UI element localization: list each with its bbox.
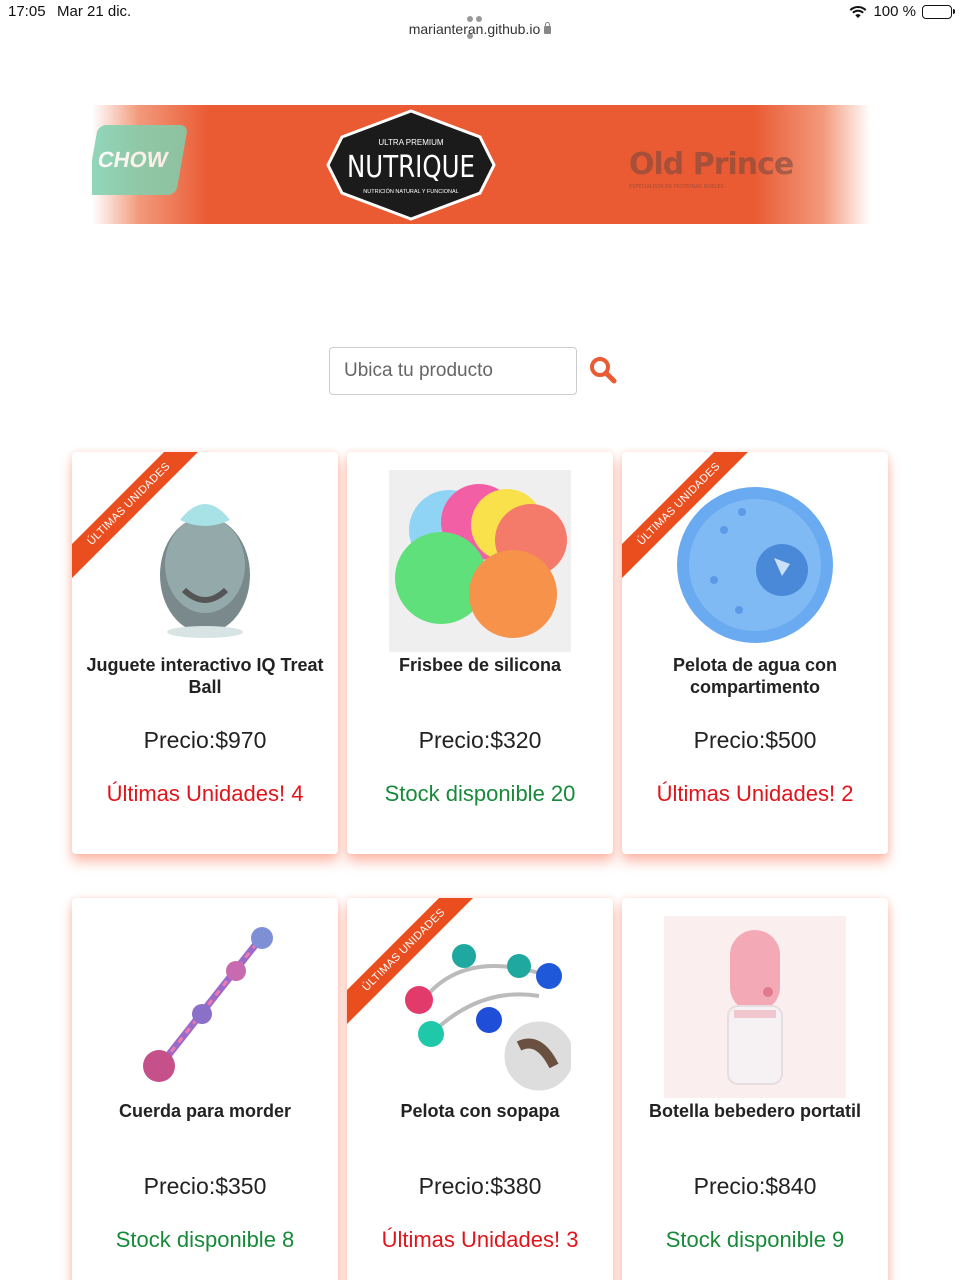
product-price: Precio:$840 bbox=[693, 1173, 817, 1199]
product-stock: Stock disponible 8 bbox=[115, 1227, 295, 1252]
product-title: Cuerda para morder bbox=[118, 1101, 292, 1121]
multitasking-dots-icon[interactable] bbox=[467, 9, 493, 39]
url-text: marianteran.github.io bbox=[408, 21, 541, 37]
search-icon bbox=[590, 357, 617, 384]
product-title: Pelota de agua con compartimento bbox=[672, 655, 838, 697]
status-right: 100 % bbox=[849, 3, 955, 20]
brand-logo-right: Old Prince ESPECIALISTA EN PROTEÍNAS NOB… bbox=[629, 147, 794, 190]
product-image-frisbee[interactable] bbox=[389, 470, 571, 652]
brand-right-sub: ESPECIALISTA EN PROTEÍNAS NOBLES bbox=[629, 184, 724, 190]
address-bar[interactable]: marianteran.github.io bbox=[0, 21, 960, 37]
brand-logo-center: ULTRA PREMIUM NUTRIQUE NUTRICIÓN NATURAL… bbox=[322, 107, 500, 223]
brand-banner[interactable]: CHOW ULTRA PREMIUM NUTRIQUE NUTRICIÓN NA… bbox=[92, 105, 870, 224]
brand-center-name: NUTRIQUE bbox=[347, 150, 475, 185]
product-card[interactable]: Botella bebedero portatil Precio:$840 St… bbox=[622, 898, 888, 1280]
product-price: Precio:$970 bbox=[143, 727, 267, 753]
product-card[interactable]: ÚLTIMAS UNIDADES Juguete interactivo IQ … bbox=[72, 452, 338, 854]
battery-icon bbox=[922, 4, 955, 19]
brand-right-name: Old Prince bbox=[629, 147, 794, 182]
product-image-water-bottle[interactable] bbox=[664, 916, 846, 1098]
product-price: Precio:$320 bbox=[418, 727, 542, 753]
battery-percent: 100 % bbox=[873, 3, 916, 20]
product-price: Precio:$380 bbox=[418, 1173, 542, 1199]
product-title: Juguete interactivo IQ Treat Ball bbox=[86, 655, 324, 697]
product-stock: Últimas Unidades! 4 bbox=[106, 781, 304, 806]
product-stock: Stock disponible 9 bbox=[665, 1227, 845, 1252]
status-time: 17:05 bbox=[8, 3, 46, 20]
product-card[interactable]: ÚLTIMAS UNIDADES Pelota con sopapa Preci… bbox=[347, 898, 613, 1280]
product-title: Frisbee de silicona bbox=[398, 655, 562, 675]
search-button[interactable] bbox=[588, 356, 618, 386]
brand-center-top: ULTRA PREMIUM bbox=[378, 138, 444, 147]
product-stock: Últimas Unidades! 3 bbox=[381, 1227, 579, 1252]
product-price: Precio:$500 bbox=[693, 727, 817, 753]
product-title: Pelota con sopapa bbox=[400, 1101, 560, 1121]
product-price: Precio:$350 bbox=[143, 1173, 267, 1199]
status-date: Mar 21 dic. bbox=[57, 3, 132, 20]
lock-icon bbox=[544, 22, 552, 34]
product-card[interactable]: Frisbee de silicona Precio:$320 Stock di… bbox=[347, 452, 613, 854]
product-card[interactable]: ÚLTIMAS UNIDADES Pelota de agua con comp… bbox=[622, 452, 888, 854]
product-image-rope[interactable] bbox=[114, 916, 296, 1098]
brand-logo-left: CHOW bbox=[92, 125, 189, 195]
product-title: Botella bebedero portatil bbox=[648, 1101, 862, 1121]
wifi-icon bbox=[850, 5, 867, 18]
search-input[interactable] bbox=[329, 347, 577, 395]
product-card[interactable]: Cuerda para morder Precio:$350 Stock dis… bbox=[72, 898, 338, 1280]
product-stock: Últimas Unidades! 2 bbox=[656, 781, 854, 806]
product-stock: Stock disponible 20 bbox=[384, 781, 576, 806]
brand-center-sub: NUTRICIÓN NATURAL Y FUNCIONAL bbox=[363, 188, 458, 195]
